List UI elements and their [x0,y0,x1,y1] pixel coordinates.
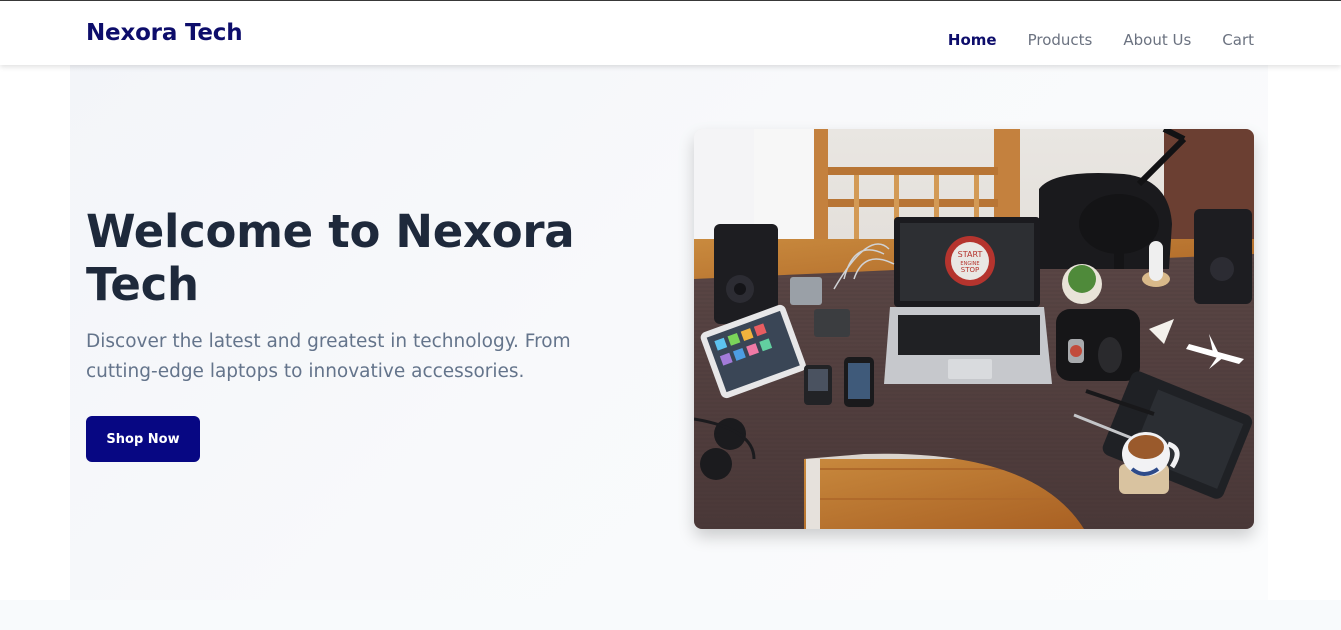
hero-image: START ENGINE STOP [694,129,1254,529]
nav-home-link[interactable]: Home [948,31,997,49]
hero-description: Discover the latest and greatest in tech… [86,331,571,382]
page: Nexora Tech Home Products About Us Cart … [0,0,1341,630]
svg-text:START: START [958,250,983,259]
main-nav: Home Products About Us Cart [948,31,1254,49]
shop-now-button[interactable]: Shop Now [86,416,200,462]
nav-about-us-link[interactable]: About Us [1123,31,1191,49]
left-margin [0,65,70,600]
svg-text:STOP: STOP [961,266,979,274]
nav-products-link[interactable]: Products [1028,31,1093,49]
right-margin [1268,65,1341,600]
nav-cart-link[interactable]: Cart [1222,31,1254,49]
site-header: Nexora Tech Home Products About Us Cart [0,1,1341,65]
desk-workspace-photo: START ENGINE STOP [694,129,1254,529]
hero-title: Welcome to Nexora Tech [86,205,575,311]
bottom-strip [0,600,1341,630]
brand-logo[interactable]: Nexora Tech [86,20,243,46]
